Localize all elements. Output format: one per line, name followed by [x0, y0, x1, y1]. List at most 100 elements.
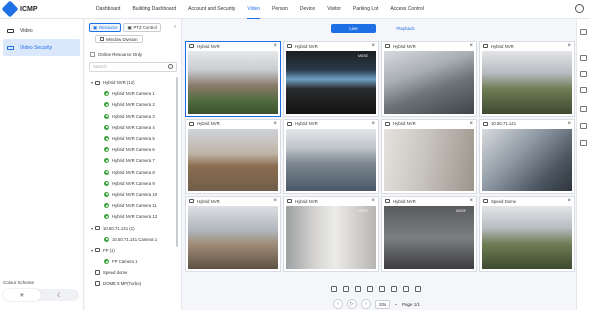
video-feed[interactable] [188, 128, 278, 192]
settings-icon[interactable] [580, 106, 587, 112]
close-icon[interactable]: × [273, 43, 277, 49]
volume-icon[interactable] [355, 286, 361, 292]
video-feed[interactable] [482, 128, 572, 192]
search-icon[interactable] [168, 64, 173, 69]
tree-node[interactable]: Hybrid NVR Camera 4 [91, 122, 171, 133]
tree-node[interactable]: Hybrid NVR Camera 11 [91, 200, 171, 211]
video-feed[interactable]: MSSE [286, 206, 376, 269]
tree-node[interactable]: ▾ 10.50.71.141 (1) [91, 222, 171, 233]
export-icon[interactable] [580, 140, 587, 146]
video-feed[interactable] [384, 128, 474, 192]
refresh-icon[interactable] [580, 55, 587, 61]
close-all-icon[interactable] [343, 286, 349, 292]
close-icon[interactable]: × [567, 198, 571, 204]
tree-node[interactable]: Speed dome [91, 267, 171, 278]
close-icon[interactable]: × [273, 121, 277, 127]
close-icon[interactable]: × [469, 121, 473, 127]
copy-icon[interactable] [580, 87, 587, 93]
grid-view-icon[interactable] [580, 123, 587, 129]
tree-node[interactable]: Hybrid NVR Camera 6 [91, 144, 171, 155]
video-feed[interactable]: MSSE [286, 51, 376, 114]
dark-mode-icon[interactable]: ☾ [41, 289, 79, 301]
tree-node[interactable]: Hybrid NVR Camera 7 [91, 155, 171, 166]
video-tile[interactable]: Hybrid NVR × MSSE [283, 196, 379, 272]
video-feed[interactable] [384, 51, 474, 114]
video-tile[interactable]: Hybrid NVR × [479, 41, 575, 117]
interval-select[interactable]: 20s [375, 299, 391, 309]
tree-node[interactable]: ▾ FP (1) [91, 245, 171, 256]
tree-node[interactable]: Hybrid NVR Camera 10 [91, 189, 171, 200]
video-feed[interactable] [482, 51, 572, 114]
tree-node[interactable]: Hybrid NVR Camera 1 [91, 88, 171, 99]
playback-tab[interactable]: Playback [383, 24, 428, 33]
close-icon[interactable]: × [469, 198, 473, 204]
collapse-panel-icon[interactable]: ‹ [174, 24, 176, 30]
video-tile[interactable]: Hybrid NVR × MSSE [283, 41, 379, 117]
video-feed[interactable] [286, 128, 376, 192]
online-only-checkbox[interactable]: Online Resource Only [90, 52, 142, 57]
close-icon[interactable]: × [371, 43, 375, 49]
video-feed[interactable]: MSSE [384, 206, 474, 269]
video-tile[interactable]: Hybrid NVR × [381, 118, 477, 195]
close-icon[interactable]: × [371, 198, 375, 204]
prev-page-icon[interactable]: ‹ [333, 299, 343, 309]
chevron-down-icon[interactable]: ⌄ [394, 301, 398, 307]
tree-scrollbar[interactable] [176, 77, 178, 247]
search-input[interactable]: Search [89, 62, 177, 72]
video-tile[interactable]: Hybrid NVR × [283, 118, 379, 195]
tree-node[interactable]: Hybrid NVR Camera 12 [91, 211, 171, 222]
tree-node[interactable]: Hybrid NVR Camera 8 [91, 167, 171, 178]
video-feed[interactable] [482, 206, 572, 269]
record-icon[interactable] [379, 286, 385, 292]
checkbox-box[interactable] [90, 52, 95, 57]
close-icon[interactable]: × [567, 43, 571, 49]
video-tile[interactable]: Hybrid NVR × [381, 41, 477, 117]
video-feed[interactable] [188, 51, 278, 114]
stream-icon[interactable] [391, 286, 397, 292]
tree-node[interactable]: Hybrid NVR Camera 2 [91, 99, 171, 110]
tree-node[interactable]: Hybrid NVR Camera 5 [91, 133, 171, 144]
tree-node[interactable]: DOME 5 MP(Turbo) [91, 278, 171, 289]
light-mode-icon[interactable]: ☀ [3, 289, 41, 301]
menu-item-account-and-security[interactable]: Account and Security [188, 0, 235, 19]
layout-icon[interactable] [415, 286, 421, 292]
user-icon[interactable] [575, 4, 584, 13]
nav-item-video-security[interactable]: Video Security [3, 39, 80, 56]
snapshot-icon[interactable] [331, 286, 337, 292]
close-icon[interactable]: × [567, 121, 571, 127]
tree-node[interactable]: Hybrid NVR Camera 3 [91, 111, 171, 122]
tab-resource[interactable]: ▣ Resource [89, 23, 122, 32]
play-icon[interactable]: ▷ [347, 299, 357, 309]
video-feed[interactable] [188, 206, 278, 269]
menu-item-person[interactable]: Person [272, 0, 288, 19]
close-icon[interactable]: × [273, 198, 277, 204]
video-tile[interactable]: Speed Dome × [479, 196, 575, 272]
close-icon[interactable]: × [469, 43, 473, 49]
close-icon[interactable]: × [371, 121, 375, 127]
tree-node[interactable]: 10.50.71.141 Camera 1 [91, 234, 171, 245]
menu-item-building-dashboard[interactable]: Building Dashboard [132, 0, 176, 19]
menu-item-access-control[interactable]: Access Control [390, 0, 424, 19]
app-logo[interactable]: ICMP [1, 0, 38, 18]
fullscreen-icon[interactable] [580, 71, 587, 77]
window-division-button[interactable]: Window Division [95, 35, 143, 43]
menu-item-device[interactable]: Device [300, 0, 315, 19]
zoom-icon[interactable] [367, 286, 373, 292]
menu-item-dashboard[interactable]: Dashboard [96, 0, 120, 19]
video-tile[interactable]: Hybrid NVR × MSSE [381, 196, 477, 272]
menu-item-parking-lot[interactable]: Parking Lot [353, 0, 378, 19]
tree-node[interactable]: ▾ Hybrid NVR (12) [91, 77, 171, 88]
nav-item-video[interactable]: Video [3, 22, 80, 39]
tree-node[interactable]: Hybrid NVR Camera 9 [91, 178, 171, 189]
close-icon[interactable] [580, 29, 587, 35]
menu-item-visitor[interactable]: Visitor [327, 0, 341, 19]
lock-icon[interactable] [403, 286, 409, 292]
live-tab[interactable]: Live [331, 24, 376, 33]
video-tile[interactable]: Hybrid NVR × [185, 41, 281, 117]
colour-scheme-toggle[interactable]: ☀ ☾ [3, 289, 79, 301]
video-tile[interactable]: Hybrid NVR × [185, 118, 281, 195]
next-page-icon[interactable]: › [361, 299, 371, 309]
video-tile[interactable]: Hybrid NVR × [185, 196, 281, 272]
tree-node[interactable]: FP Camera 1 [91, 256, 171, 267]
video-tile[interactable]: 10.50.71.141 × [479, 118, 575, 195]
